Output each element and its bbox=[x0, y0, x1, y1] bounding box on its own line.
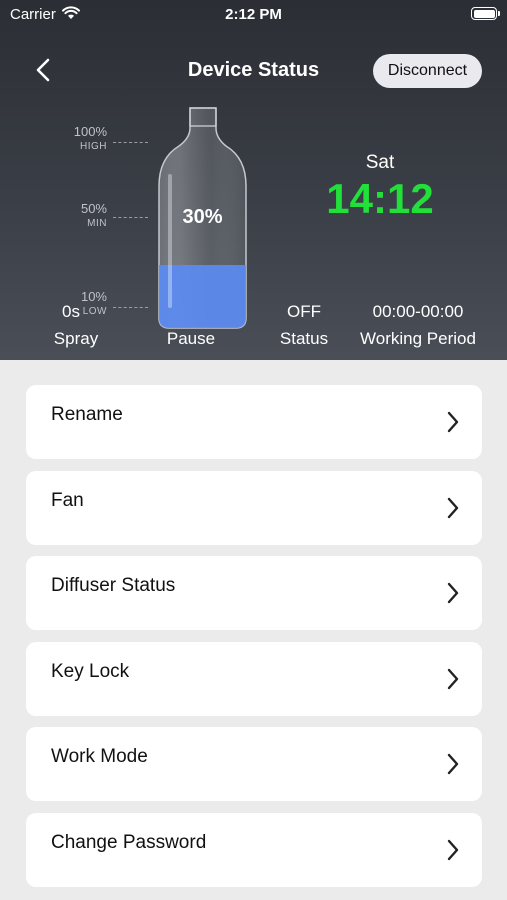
spray-label: Spray bbox=[53, 329, 99, 348]
chevron-right-icon bbox=[447, 668, 459, 690]
menu-item-rename[interactable]: Rename bbox=[26, 385, 482, 459]
menu-item-work-mode[interactable]: Work Mode bbox=[26, 727, 482, 801]
menu-item-label: Diffuser Status bbox=[51, 575, 176, 596]
level-min-label: 50% MIN bbox=[62, 201, 107, 229]
level-high-label: 100% HIGH bbox=[62, 124, 107, 152]
chevron-right-icon bbox=[447, 839, 459, 861]
level-tag: MIN bbox=[87, 218, 107, 229]
battery-icon bbox=[471, 7, 500, 20]
level-tag: HIGH bbox=[80, 141, 107, 152]
level-min-dash bbox=[113, 217, 148, 218]
menu-item-label: Work Mode bbox=[51, 746, 148, 767]
chevron-right-icon bbox=[447, 753, 459, 775]
pause-label: Pause bbox=[166, 329, 216, 348]
menu-item-fan[interactable]: Fan bbox=[26, 471, 482, 545]
disconnect-button[interactable]: Disconnect bbox=[373, 54, 482, 88]
level-pct: 100% bbox=[73, 124, 107, 139]
chevron-right-icon bbox=[447, 411, 459, 433]
menu-item-diffuser-status[interactable]: Diffuser Status bbox=[26, 556, 482, 630]
chevron-right-icon bbox=[447, 582, 459, 604]
spray-value: 0s bbox=[62, 302, 80, 321]
menu-item-label: Change Password bbox=[51, 832, 207, 853]
status-label: Status bbox=[279, 329, 329, 348]
bottle-liquid-fill bbox=[159, 265, 246, 328]
level-pct: 50% bbox=[80, 201, 107, 216]
fill-percent-label: 30% bbox=[182, 206, 223, 228]
clock-time: 14:12 bbox=[326, 175, 434, 222]
working-period-label: Working Period bbox=[360, 329, 476, 348]
menu-item-label: Key Lock bbox=[51, 661, 130, 682]
level-low-dash bbox=[113, 307, 148, 308]
status-value: OFF bbox=[287, 302, 321, 321]
menu-item-key-lock[interactable]: Key Lock bbox=[26, 642, 482, 716]
chevron-right-icon bbox=[447, 497, 459, 519]
menu-item-label: Fan bbox=[51, 490, 84, 511]
clock-day: Sat bbox=[365, 152, 395, 173]
status-bar: Carrier 2:12 PM bbox=[0, 0, 507, 30]
status-time: 2:12 PM bbox=[225, 6, 282, 23]
menu-item-label: Rename bbox=[51, 404, 123, 425]
menu-item-change-password[interactable]: Change Password bbox=[26, 813, 482, 887]
level-high-dash bbox=[113, 142, 148, 143]
working-period-value: 00:00-00:00 bbox=[372, 302, 464, 321]
device-status-header: Carrier 2:12 PM Device Status Disconnect… bbox=[0, 0, 507, 360]
